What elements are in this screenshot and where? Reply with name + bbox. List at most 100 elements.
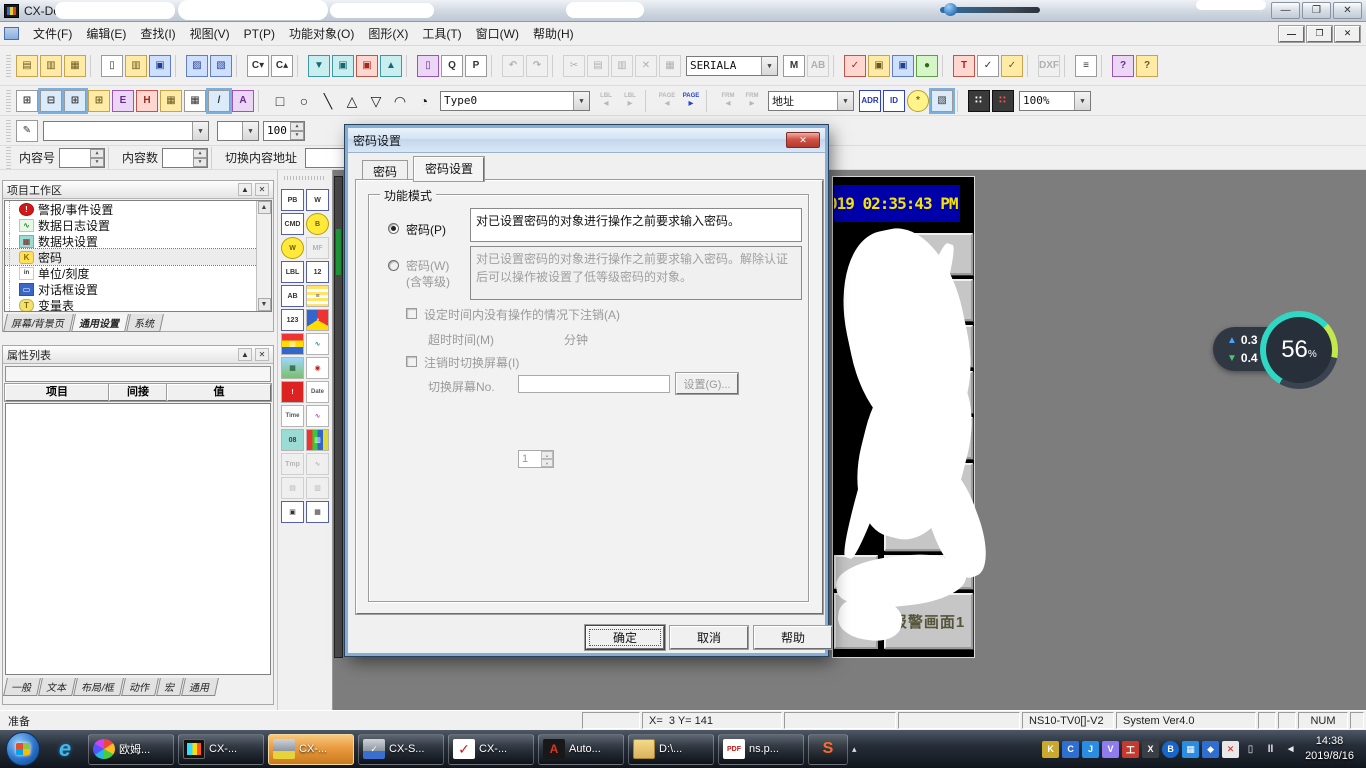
redo-icon[interactable]: ↷ [526,55,548,77]
taskbar-cx-programmer[interactable]: CX-... [268,734,354,765]
spin-up-icon[interactable]: ▲ [290,122,304,131]
menu-help[interactable]: 帮助(H) [526,22,581,45]
sheet-copy-icon[interactable]: ▧ [210,55,232,77]
tab-common-settings[interactable]: 通用设置 [71,314,129,332]
tray-plane-icon[interactable]: X [1142,741,1159,758]
tab-screen-background[interactable]: 屏幕/背景页 [3,314,74,332]
undo-icon[interactable]: ↶ [502,55,524,77]
spin-down-icon[interactable]: ▼ [193,158,207,167]
toolbox-document-copy[interactable]: ▥ [306,477,329,499]
content-count-spinner[interactable]: ▲▼ [162,148,208,168]
select-tool-icon[interactable]: / [208,90,230,112]
window-display-icon[interactable]: ⊞ [16,90,38,112]
serial-combo[interactable]: SERIALA ▼ [686,56,778,76]
toolbox-level-meter[interactable]: ▥ [281,333,304,355]
scroll-up-icon[interactable]: ▲ [258,201,271,214]
address-combo[interactable]: 地址 ▼ [768,91,854,111]
toolbox-label[interactable]: LBL [281,261,304,283]
page-next-icon[interactable]: PAGE▸ [680,90,702,112]
cut-icon[interactable]: ✂ [563,55,585,77]
taskbar-autocad[interactable]: A Auto... [538,734,624,765]
font-style-combo[interactable]: ▼ [217,121,259,141]
tab-macro[interactable]: 宏 [156,678,184,696]
minimize-button[interactable]: — [1271,2,1300,19]
swap-address-icon[interactable]: ▧ [931,90,953,112]
menu-view[interactable]: 视图(V) [183,22,237,45]
find-icon[interactable]: M [783,55,805,77]
toolbox-datablock-table[interactable]: 08 [281,429,304,451]
panel-close-icon[interactable]: ✕ [255,183,269,196]
font-combo[interactable]: ▼ [43,121,209,141]
id-tool-icon[interactable]: ID [883,90,905,112]
polyline-tool-icon[interactable]: ▽ [365,90,387,112]
address-tool-icon[interactable]: ADR [859,90,881,112]
taskbar-pdf[interactable]: PDF ns.p... [718,734,804,765]
toolbox-frames[interactable]: ▣ [281,501,304,523]
tray-expand-icon[interactable]: ▴ [852,744,857,755]
help-icon[interactable]: ? [1136,55,1158,77]
menu-edit[interactable]: 编辑(E) [79,22,133,45]
toolbox-alarm-display[interactable]: ! [281,381,304,403]
tray-bird-icon[interactable]: V [1102,741,1119,758]
help-button[interactable]: 帮助 [754,626,832,649]
tree-datalog-settings[interactable]: ∿ 数据日志设置 [5,217,271,233]
taskbar-internet-explorer[interactable]: e [44,733,86,765]
print-preview-icon[interactable]: Q [441,55,463,77]
tray-shield-icon[interactable]: ◆ [1202,741,1219,758]
validate-icon[interactable]: ✓ [844,55,866,77]
tree-password[interactable]: K 密码 [5,249,271,265]
auto-logout-checkbox[interactable] [406,308,417,319]
timeout-spinner[interactable]: 1 ▲▼ [518,450,554,468]
menu-pt[interactable]: PT(P) [237,24,282,44]
transfer-screen-icon[interactable]: ▣ [332,55,354,77]
toolbox-numeral-input[interactable]: 12 [306,261,329,283]
menu-functional-object[interactable]: 功能对象(O) [282,22,361,45]
memory-usage-ball[interactable]: 56 % [1260,311,1338,389]
new-screen-icon[interactable]: ▯ [101,55,123,77]
polygon-tool-icon[interactable]: △ [341,90,363,112]
taskbar-omron-browser[interactable]: 欧姆... [88,734,174,765]
toolbox-word-button[interactable]: W [306,189,329,211]
chevron-down-icon[interactable]: ▼ [837,92,853,110]
rect-tool-icon[interactable]: □ [269,90,291,112]
print-icon[interactable]: P [465,55,487,77]
toolbox-string-input[interactable]: AB [281,285,304,307]
line-tool-icon[interactable]: ╲ [317,90,339,112]
tray-mute-icon[interactable]: ◄ [1282,741,1299,758]
chevron-down-icon[interactable]: ▼ [573,92,589,110]
table-new-icon[interactable]: ▦ [160,90,182,112]
build-icon[interactable]: T [953,55,975,77]
sector-tool-icon[interactable]: ◔ [413,90,435,112]
switch-screen-checkbox[interactable] [406,356,417,367]
hint-icon[interactable]: * [907,90,929,112]
tree-alarm-event-settings[interactable]: ! 警报/事件设置 [5,201,271,217]
taskbar-sogou[interactable]: S [808,734,848,765]
grid-show-icon[interactable]: ▦ [184,90,206,112]
toolbox-command-button[interactable]: CMD [281,213,304,235]
tree-datablock-settings[interactable]: ▦ 数据块设置 [5,233,271,249]
tab-text[interactable]: 文本 [38,678,76,696]
arc-tool-icon[interactable]: ◠ [389,90,411,112]
property-list-icon[interactable]: ≡ [1075,55,1097,77]
frame-prev-icon[interactable]: FRM◂ [717,90,739,112]
object-edit-icon[interactable]: A [232,90,254,112]
spin-down-icon[interactable]: ▼ [90,158,104,167]
tab-system[interactable]: 系统 [126,314,164,332]
taskbar-cx-checker[interactable]: ✓ CX-... [448,734,534,765]
tray-j-icon[interactable]: J [1082,741,1099,758]
tab-layout-frame[interactable]: 布局/框 [73,678,124,696]
tab-general[interactable]: 一般 [3,678,41,696]
toolbox-line-graph[interactable]: ∿ [306,333,329,355]
dxf-icon[interactable]: DXF [1038,55,1060,77]
frame-view-icon[interactable]: ▯ [417,55,439,77]
csv-export-icon[interactable]: C▴ [271,55,293,77]
toolbox-bit-lamp[interactable]: B [306,213,329,235]
panel-collapse-icon[interactable]: ▲ [238,348,252,361]
child-close-button[interactable]: ✕ [1335,26,1360,42]
font-size-spinner[interactable]: 100 ▲▼ [263,121,305,141]
tray-cfles-icon[interactable]: C [1062,741,1079,758]
child-minimize-button[interactable]: — [1279,26,1304,42]
tray-tool-icon[interactable]: 工 [1122,741,1139,758]
manual-icon[interactable]: ? [1112,55,1134,77]
window-tile-icon[interactable]: ⊞ [64,90,86,112]
